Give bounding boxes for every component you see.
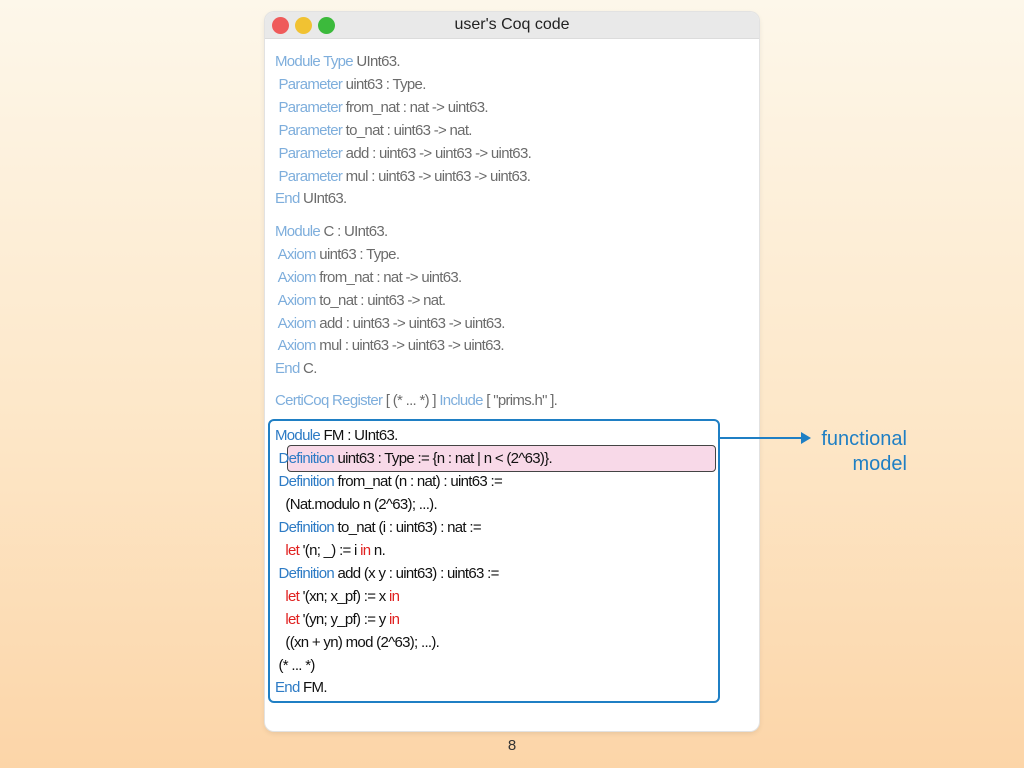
code-line: Parameter mul : uint63 -> uint63 -> uint… [275, 167, 530, 187]
keyword: let [275, 588, 300, 605]
keyword: CertiCoq Register [275, 392, 383, 409]
code-line: Parameter from_nat : nat -> uint63. [275, 98, 488, 118]
keyword: End [275, 679, 300, 696]
code-line: let '(n; _) := i in n. [275, 541, 385, 561]
code-text: uint63 : Type. [315, 246, 400, 263]
note-line-2: model [852, 453, 907, 475]
code-text: uint63 : Type := {n : nat | n < (2^63)}. [334, 450, 552, 467]
code-line: Axiom add : uint63 -> uint63 -> uint63. [275, 314, 506, 334]
keyword: Axiom [275, 292, 317, 309]
code-line: Parameter add : uint63 -> uint63 -> uint… [275, 144, 531, 164]
window-title: user's Coq code [454, 16, 570, 33]
keyword: in [389, 611, 400, 628]
code-text: to_nat : uint63 -> nat. [315, 292, 446, 309]
code-text: to_nat : uint63 -> nat. [342, 122, 473, 139]
code-text: uint63 : Type. [342, 76, 427, 93]
keyword: Parameter [275, 168, 343, 185]
code-line: Definition add (x y : uint63) : uint63 :… [275, 564, 499, 584]
code-line: Definition to_nat (i : uint63) : nat := [275, 518, 481, 538]
keyword: Definition [275, 565, 335, 582]
title-bar: user's Coq code [265, 12, 759, 39]
code-text: from_nat : nat -> uint63. [315, 269, 462, 286]
functional-model-note: functional model [800, 427, 907, 477]
keyword: Axiom [275, 315, 317, 332]
annotation-arrow [720, 437, 804, 439]
code-text: add : uint63 -> uint63 -> uint63. [342, 145, 532, 162]
keyword: Axiom [275, 337, 317, 354]
code-line: Axiom from_nat : nat -> uint63. [275, 268, 463, 288]
keyword: Definition [275, 473, 335, 490]
code-text: '(n; _) := i [299, 542, 361, 559]
code-line: let '(xn; x_pf) := x in [275, 587, 400, 607]
keyword: Parameter [275, 99, 343, 116]
code-line: End UInt63. [275, 189, 347, 209]
code-line: Definition from_nat (n : nat) : uint63 :… [275, 472, 502, 492]
keyword: Parameter [275, 145, 343, 162]
code-line: Axiom to_nat : uint63 -> nat. [275, 291, 446, 311]
keyword: Parameter [275, 76, 343, 93]
keyword: Axiom [275, 246, 317, 263]
code-text: ((xn + yn) mod (2^63); ...). [275, 634, 440, 651]
keyword: End [275, 360, 300, 377]
code-text: mul : uint63 -> uint63 -> uint63. [342, 168, 531, 185]
code-line: Module C : UInt63. [275, 222, 388, 242]
code-text: [ "prims.h" ]. [482, 392, 558, 409]
code-text: from_nat (n : nat) : uint63 := [334, 473, 502, 490]
page-number: 8 [507, 737, 517, 754]
keyword: in [389, 588, 400, 605]
code-text: UInt63. [299, 190, 347, 207]
code-text: from_nat : nat -> uint63. [342, 99, 489, 116]
code-line: End FM. [275, 678, 328, 698]
code-line: Parameter to_nat : uint63 -> nat. [275, 121, 472, 141]
keyword: Definition [275, 450, 335, 467]
code-text: '(yn; y_pf) := y [299, 611, 390, 628]
code-text: FM. [299, 679, 327, 696]
keyword: Parameter [275, 122, 343, 139]
code-line: Axiom mul : uint63 -> uint63 -> uint63. [275, 336, 505, 356]
code-line: Module Type UInt63. [275, 52, 401, 72]
code-line: Definition uint63 : Type := {n : nat | n… [275, 449, 552, 469]
keyword: Definition [275, 519, 335, 536]
code-text: to_nat (i : uint63) : nat := [334, 519, 481, 536]
code-text: '(xn; x_pf) := x [299, 588, 390, 605]
code-text: [ (* ... *) ] [382, 392, 440, 409]
code-line: CertiCoq Register [ (* ... *) ] Include … [275, 391, 558, 411]
keyword: Axiom [275, 269, 317, 286]
code-line: ((xn + yn) mod (2^63); ...). [275, 633, 439, 653]
code-text: UInt63. [352, 53, 400, 70]
code-line: (Nat.modulo n (2^63); ...). [275, 495, 437, 515]
keyword: End [275, 190, 300, 207]
code-line: (* ... *) [275, 656, 315, 676]
keyword: Include [439, 392, 483, 409]
keyword: Module [275, 427, 321, 444]
code-text: (Nat.modulo n (2^63); ...). [275, 496, 437, 513]
code-line: let '(yn; y_pf) := y in [275, 610, 400, 630]
code-text: (* ... *) [275, 657, 315, 674]
code-text: FM : UInt63. [320, 427, 398, 444]
keyword: Module Type [275, 53, 354, 70]
keyword: in [360, 542, 371, 559]
keyword: let [275, 611, 300, 628]
code-text: C. [299, 360, 317, 377]
code-line: Parameter uint63 : Type. [275, 75, 426, 95]
code-text: add : uint63 -> uint63 -> uint63. [315, 315, 505, 332]
note-line-1: functional [821, 428, 907, 450]
code-text: C : UInt63. [320, 223, 388, 240]
code-text: mul : uint63 -> uint63 -> uint63. [315, 337, 504, 354]
code-text: add (x y : uint63) : uint63 := [334, 565, 499, 582]
code-text: n. [370, 542, 386, 559]
keyword: Module [275, 223, 321, 240]
code-line: End C. [275, 359, 317, 379]
code-line: Axiom uint63 : Type. [275, 245, 400, 265]
code-line: Module FM : UInt63. [275, 426, 398, 446]
keyword: let [275, 542, 300, 559]
